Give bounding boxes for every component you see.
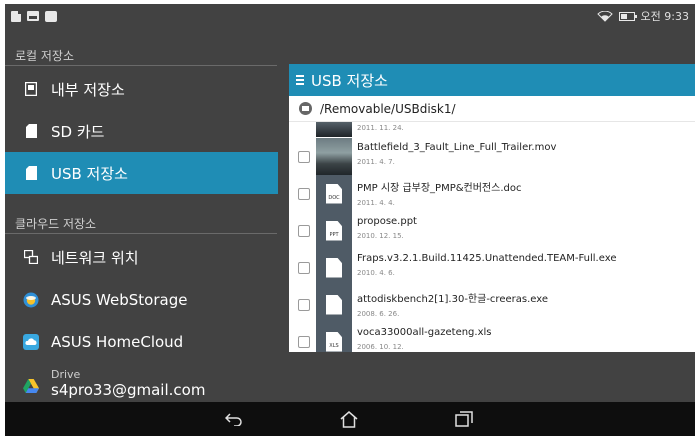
file-row[interactable]: Fraps.v3.2.1.Build.11425.Unattended.TEAM…: [289, 249, 695, 286]
file-date: 2006. 10. 12.: [357, 343, 404, 351]
sidebar-item-sd-card[interactable]: SD 카드: [5, 110, 278, 152]
file-checkbox[interactable]: [298, 187, 310, 200]
internal-storage-icon: [23, 81, 39, 97]
file-meta: propose.ppt 2010. 12. 15.: [357, 216, 417, 240]
sidebar-item-label: USB 저장소: [51, 164, 128, 183]
document-icon: [11, 10, 21, 22]
panel-title: USB 저장소: [311, 71, 388, 90]
file-meta: Battlefield_3_Fault_Line_Full_Trailer.mo…: [357, 142, 556, 166]
video-thumbnail: [316, 122, 352, 137]
sidebar-item-label: 네트워크 위치: [51, 248, 139, 267]
menu-icon[interactable]: [289, 75, 311, 85]
recent-apps-icon[interactable]: [453, 410, 475, 428]
file-checkbox[interactable]: [298, 335, 310, 348]
exe-file-icon: [316, 249, 352, 286]
file-list: 2011. 11. 24. Battlefield_3_Fault_Line_F…: [289, 122, 695, 352]
shopping-bag-icon: [45, 10, 57, 22]
file-meta: PMP 시장 급부장_PMP&컨버전스.doc 2011. 4. 4.: [357, 179, 521, 207]
file-checkbox[interactable]: [298, 150, 310, 163]
system-icons: 오전 9:33: [596, 8, 689, 24]
notification-icons: [11, 10, 57, 22]
file-date: 2011. 4. 4.: [357, 199, 395, 207]
local-storage-section-title: 로컬 저장소: [15, 49, 75, 63]
home-icon[interactable]: [338, 410, 360, 428]
panel-header: USB 저장소: [289, 64, 695, 96]
back-icon[interactable]: [223, 410, 245, 428]
sidebar-item-internal-storage[interactable]: 내부 저장소: [5, 68, 278, 110]
folder-up-icon[interactable]: [299, 102, 312, 115]
navigation-bar: [5, 402, 695, 436]
file-row[interactable]: 2011. 11. 24.: [289, 122, 695, 137]
file-row[interactable]: PPT propose.ppt 2010. 12. 15.: [289, 212, 695, 249]
file-date: 2010. 12. 15.: [357, 232, 404, 240]
file-name: attodiskbench2[1].30-한글-creeras.exe: [357, 294, 548, 305]
file-date: 2011. 11. 24.: [357, 124, 404, 132]
wifi-icon: [596, 10, 613, 22]
file-meta: voca33000all-gazeteng.xls 2006. 10. 12.: [357, 327, 492, 351]
file-name: Battlefield_3_Fault_Line_Full_Trailer.mo…: [357, 142, 557, 153]
exe-file-icon: [316, 286, 352, 323]
drive-account-block: Drive s4pro33@gmail.com: [51, 369, 205, 398]
file-checkbox[interactable]: [298, 261, 310, 274]
file-date: 2011. 4. 7.: [357, 158, 395, 166]
file-row[interactable]: Battlefield_3_Fault_Line_Full_Trailer.mo…: [289, 138, 695, 175]
network-icon: [23, 249, 39, 265]
sidebar-item-label: 내부 저장소: [51, 80, 125, 99]
cloud-storage-section-title: 클라우드 저장소: [15, 217, 97, 231]
file-date: 2008. 6. 26.: [357, 310, 400, 318]
google-drive-icon: [23, 378, 39, 394]
doc-file-icon: DOC: [316, 175, 352, 212]
divider: [5, 65, 277, 66]
file-panel: USB 저장소 /Removable/USBdisk1/ 2011. 11. 2…: [289, 64, 695, 352]
tablet-screen: 오전 9:33 로컬 저장소 내부 저장소 SD 카드 USB 저장소 클라우드…: [5, 4, 695, 436]
status-bar: 오전 9:33: [5, 4, 695, 28]
sidebar-item-label: Drive: [51, 368, 81, 381]
sidebar-item-asus-webstorage[interactable]: ASUS WebStorage: [5, 279, 278, 321]
file-name: Fraps.v3.2.1.Build.11425.Unattended.TEAM…: [357, 253, 617, 264]
file-row[interactable]: DOC PMP 시장 급부장_PMP&컨버전스.doc 2011. 4. 4.: [289, 175, 695, 212]
current-path: /Removable/USBdisk1/: [320, 101, 456, 116]
clock: 오전 9:33: [640, 10, 689, 23]
sidebar-item-label: ASUS HomeCloud: [51, 333, 184, 351]
file-row[interactable]: attodiskbench2[1].30-한글-creeras.exe 2008…: [289, 286, 695, 323]
file-checkbox[interactable]: [298, 298, 310, 311]
sidebar-item-asus-homecloud[interactable]: ASUS HomeCloud: [5, 321, 278, 363]
path-bar[interactable]: /Removable/USBdisk1/: [289, 96, 695, 122]
video-thumbnail: [316, 138, 352, 175]
drive-account-email: s4pro33@gmail.com: [51, 381, 206, 399]
sidebar-item-label: SD 카드: [51, 122, 105, 141]
file-name: voca33000all-gazeteng.xls: [357, 327, 492, 338]
sd-card-icon: [23, 123, 39, 139]
storage-sidebar: 로컬 저장소 내부 저장소 SD 카드 USB 저장소 클라우드 저장소 네트워…: [5, 28, 290, 402]
battery-icon: [618, 11, 637, 21]
homecloud-icon: [23, 334, 39, 350]
sidebar-item-label: ASUS WebStorage: [51, 291, 188, 309]
file-meta: 2011. 11. 24.: [357, 124, 404, 132]
file-name: propose.ppt: [357, 216, 417, 227]
xls-file-icon: XLS: [316, 323, 352, 352]
sidebar-item-network-location[interactable]: 네트워크 위치: [5, 236, 278, 278]
file-date: 2010. 4. 6.: [357, 269, 395, 277]
usb-icon: [23, 165, 39, 181]
file-meta: attodiskbench2[1].30-한글-creeras.exe 2008…: [357, 290, 548, 318]
file-checkbox[interactable]: [298, 224, 310, 237]
webstorage-icon: [23, 292, 39, 308]
image-icon: [27, 11, 39, 21]
file-name: PMP 시장 급부장_PMP&컨버전스.doc: [357, 183, 522, 194]
divider: [5, 233, 277, 234]
file-row[interactable]: XLS voca33000all-gazeteng.xls 2006. 10. …: [289, 323, 695, 352]
sidebar-item-usb-storage[interactable]: USB 저장소: [5, 152, 278, 194]
file-meta: Fraps.v3.2.1.Build.11425.Unattended.TEAM…: [357, 253, 616, 277]
ppt-file-icon: PPT: [316, 212, 352, 249]
